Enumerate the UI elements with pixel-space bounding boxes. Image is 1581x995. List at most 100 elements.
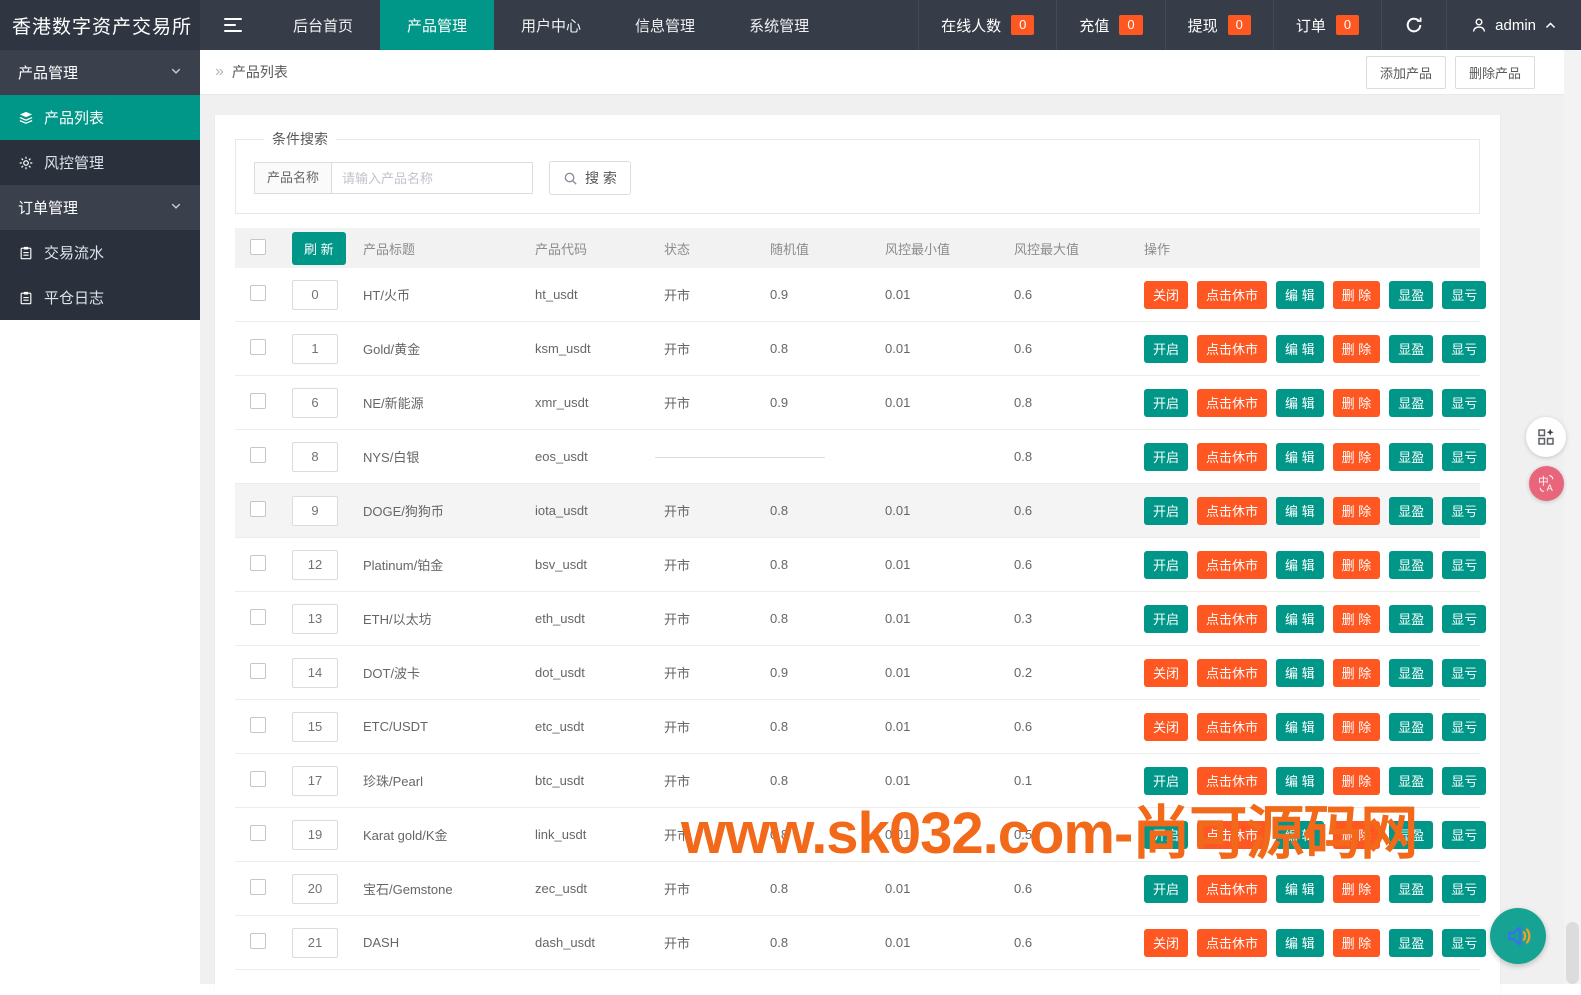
sort-input[interactable] [292, 387, 338, 418]
toggle-state-button[interactable]: 开启 [1144, 334, 1189, 363]
sort-input[interactable] [292, 549, 338, 580]
edit-button[interactable]: 编 辑 [1276, 388, 1324, 417]
top-nav-item[interactable]: 系统管理 [722, 0, 836, 50]
show-profit-button[interactable]: 显盈 [1389, 712, 1434, 741]
row-checkbox[interactable] [250, 879, 266, 895]
toggle-state-button[interactable]: 开启 [1144, 604, 1189, 633]
show-profit-button[interactable]: 显盈 [1389, 388, 1434, 417]
row-checkbox[interactable] [250, 825, 266, 841]
show-loss-button[interactable]: 显亏 [1442, 442, 1487, 471]
sidebar-group-header[interactable]: 产品管理 [0, 50, 200, 95]
delete-button[interactable]: 删 除 [1332, 550, 1381, 579]
halt-market-button[interactable]: 点击休市 [1197, 604, 1268, 633]
sort-input[interactable] [292, 711, 338, 742]
delete-button[interactable]: 删 除 [1332, 388, 1381, 417]
row-checkbox[interactable] [250, 771, 266, 787]
delete-button[interactable]: 删 除 [1332, 658, 1381, 687]
row-checkbox[interactable] [250, 609, 266, 625]
components-widget-button[interactable] [1526, 417, 1566, 457]
show-loss-button[interactable]: 显亏 [1442, 280, 1487, 309]
edit-button[interactable]: 编 辑 [1276, 712, 1324, 741]
edit-button[interactable]: 编 辑 [1276, 820, 1324, 849]
edit-button[interactable]: 编 辑 [1276, 928, 1324, 957]
row-checkbox[interactable] [250, 717, 266, 733]
sort-input[interactable] [292, 603, 338, 634]
halt-market-button[interactable]: 点击休市 [1197, 658, 1268, 687]
sort-input[interactable] [292, 765, 338, 796]
toggle-state-button[interactable]: 开启 [1144, 874, 1189, 903]
toggle-state-button[interactable]: 关闭 [1144, 712, 1189, 741]
nav-stat[interactable]: 订单 0 [1272, 0, 1381, 50]
show-loss-button[interactable]: 显亏 [1442, 874, 1487, 903]
sort-input[interactable] [292, 279, 338, 310]
translate-button[interactable]: 中 A [1529, 466, 1564, 501]
row-checkbox[interactable] [250, 393, 266, 409]
show-loss-button[interactable]: 显亏 [1442, 496, 1487, 525]
top-nav-item[interactable]: 产品管理 [380, 0, 495, 50]
sidebar-item[interactable]: 平仓日志 [0, 275, 200, 320]
sound-button[interactable] [1490, 908, 1546, 964]
show-profit-button[interactable]: 显盈 [1389, 928, 1434, 957]
toggle-state-button[interactable]: 开启 [1144, 820, 1189, 849]
halt-market-button[interactable]: 点击休市 [1197, 334, 1268, 363]
refresh-button[interactable]: 刷 新 [292, 231, 346, 265]
row-checkbox[interactable] [250, 501, 266, 517]
show-profit-button[interactable]: 显盈 [1389, 280, 1434, 309]
edit-button[interactable]: 编 辑 [1276, 496, 1324, 525]
delete-button[interactable]: 删 除 [1332, 442, 1381, 471]
toggle-state-button[interactable]: 开启 [1144, 442, 1189, 471]
sort-input[interactable] [292, 441, 338, 472]
show-loss-button[interactable]: 显亏 [1442, 334, 1487, 363]
user-menu[interactable]: admin [1446, 0, 1581, 50]
sort-input[interactable] [292, 495, 338, 526]
edit-button[interactable]: 编 辑 [1276, 766, 1324, 795]
toggle-state-button[interactable]: 开启 [1144, 388, 1189, 417]
scrollbar-track[interactable] [1564, 50, 1581, 984]
show-loss-button[interactable]: 显亏 [1442, 658, 1487, 687]
nav-stat[interactable]: 提现 0 [1164, 0, 1273, 50]
row-checkbox[interactable] [250, 285, 266, 301]
delete-button[interactable]: 删 除 [1332, 712, 1381, 741]
halt-market-button[interactable]: 点击休市 [1197, 388, 1268, 417]
toggle-state-button[interactable]: 关闭 [1144, 280, 1189, 309]
show-profit-button[interactable]: 显盈 [1389, 820, 1434, 849]
row-checkbox[interactable] [250, 339, 266, 355]
delete-button[interactable]: 删 除 [1332, 280, 1381, 309]
sort-input[interactable] [292, 657, 338, 688]
halt-market-button[interactable]: 点击休市 [1197, 766, 1268, 795]
delete-button[interactable]: 删 除 [1332, 820, 1381, 849]
toggle-state-button[interactable]: 开启 [1144, 496, 1189, 525]
delete-button[interactable]: 删 除 [1332, 604, 1381, 633]
top-nav-item[interactable]: 用户中心 [494, 0, 608, 50]
row-checkbox[interactable] [250, 447, 266, 463]
halt-market-button[interactable]: 点击休市 [1197, 928, 1268, 957]
sort-input[interactable] [292, 333, 338, 364]
add-product-button[interactable]: 添加产品 [1365, 55, 1446, 89]
delete-button[interactable]: 删 除 [1332, 874, 1381, 903]
sort-input[interactable] [292, 927, 338, 958]
select-all-checkbox[interactable] [250, 238, 266, 255]
sort-input[interactable] [292, 819, 338, 850]
sort-input[interactable] [292, 873, 338, 904]
show-profit-button[interactable]: 显盈 [1389, 766, 1434, 795]
delete-button[interactable]: 删 除 [1332, 928, 1381, 957]
show-loss-button[interactable]: 显亏 [1442, 550, 1487, 579]
show-profit-button[interactable]: 显盈 [1389, 550, 1434, 579]
sidebar-item[interactable]: 产品列表 [0, 95, 200, 140]
show-loss-button[interactable]: 显亏 [1442, 928, 1487, 957]
nav-stat[interactable]: 充值 0 [1056, 0, 1164, 50]
show-profit-button[interactable]: 显盈 [1389, 442, 1434, 471]
delete-button[interactable]: 删 除 [1332, 496, 1381, 525]
edit-button[interactable]: 编 辑 [1276, 442, 1324, 471]
toggle-state-button[interactable]: 开启 [1144, 550, 1189, 579]
row-checkbox[interactable] [250, 555, 266, 571]
show-profit-button[interactable]: 显盈 [1389, 658, 1434, 687]
show-loss-button[interactable]: 显亏 [1442, 820, 1487, 849]
show-loss-button[interactable]: 显亏 [1442, 766, 1487, 795]
edit-button[interactable]: 编 辑 [1276, 280, 1324, 309]
product-name-input[interactable] [331, 162, 534, 194]
halt-market-button[interactable]: 点击休市 [1197, 280, 1268, 309]
delete-button[interactable]: 删 除 [1332, 334, 1381, 363]
delete-button[interactable]: 删 除 [1332, 766, 1381, 795]
edit-button[interactable]: 编 辑 [1276, 604, 1324, 633]
